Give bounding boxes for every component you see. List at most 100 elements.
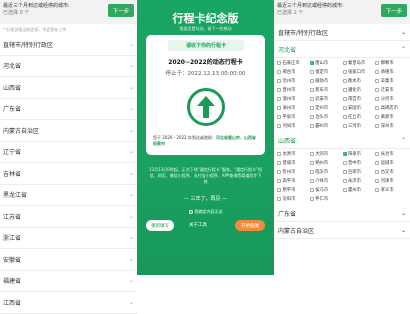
city-checkbox[interactable]: ✓ 阳泉市 [342,151,376,157]
city-checkbox[interactable]: 承德市 [375,69,408,75]
city-checkbox[interactable]: 运城市 [375,160,408,166]
city-name: 邢台市 [282,70,296,75]
city-checkbox[interactable]: 张家口市 [342,69,376,75]
city-checkbox[interactable]: 大同市 [309,151,343,157]
city-checkbox[interactable]: 高平市 [277,178,310,184]
city-checkbox[interactable]: 邯郸市 [375,60,408,66]
city-checkbox[interactable]: 侯马市 [309,187,343,193]
city-checkbox[interactable]: 孝义市 [375,187,408,193]
checkbox-icon [342,170,347,174]
province-name: 黑龙江省 [3,192,28,200]
city-checkbox[interactable]: 廊坊市 [309,78,343,84]
about-link[interactable]: 关于工具 [189,222,207,228]
province-row[interactable]: 安徽省 ⌄ [0,249,137,271]
city-checkbox[interactable]: 永济市 [342,178,376,184]
city-name: 武安市 [315,97,329,102]
city-checkbox[interactable]: 保定市 [309,69,343,75]
checkbox-icon [309,188,314,192]
city-name: 永济市 [348,179,361,184]
generate-button[interactable]: 开始截图 [235,220,265,231]
city-checkbox[interactable]: 高碑店市 [375,105,408,111]
province-row[interactable]: 辽宁省 ⌄ [0,142,137,163]
city-checkbox[interactable]: 沙河市 [375,96,408,102]
city-checkbox[interactable]: 霸州市 [309,123,343,129]
province-row-expanded[interactable]: 山西省 ⌃ [274,132,410,149]
city-checkbox[interactable]: 原平市 [277,187,310,193]
checkbox-icon [375,161,380,165]
province-row[interactable]: 内蒙古自治区 ⌄ [274,222,410,239]
city-checkbox[interactable]: 晋州市 [277,87,310,93]
city-checkbox[interactable]: 太原市 [277,151,310,157]
province-row[interactable]: 浙江省 ⌄ [0,228,137,249]
city-checkbox[interactable]: 衡水市 [342,78,376,84]
city-checkbox[interactable]: 泊头市 [309,114,343,120]
city-name: 秦皇岛市 [348,61,366,66]
city-checkbox[interactable]: 安国市 [342,105,376,111]
city-checkbox[interactable]: 新乐市 [309,87,343,93]
city-checkbox[interactable]: 辛集市 [375,78,408,84]
checkbox-icon [375,152,380,156]
province-row[interactable]: 吉林省 ⌄ [0,163,137,185]
city-name: 晋州市 [282,88,296,93]
city-checkbox[interactable]: 涿州市 [277,105,310,111]
chevron-down-icon: ⌄ [128,62,134,70]
next-button[interactable]: 下一步 [108,4,134,17]
province-row[interactable]: 直辖市/特别行政区 ⌄ [274,24,410,41]
province-row[interactable]: 山西省 ⌄ [0,77,137,99]
city-checkbox[interactable]: 霍州市 [342,187,376,193]
city-checkbox[interactable]: 长治市 [375,151,408,157]
agree-checkbox[interactable]: 我确定内容无误 [137,209,274,215]
city-checkbox[interactable]: 平泉市 [277,114,310,120]
city-checkbox[interactable]: 遵化市 [342,87,376,93]
province-row[interactable]: 江苏省 ⌄ [0,206,137,228]
province-row[interactable]: 江西省 ⌄ [0,292,137,314]
city-checkbox[interactable]: 吕梁市 [342,169,376,175]
city-checkbox[interactable]: 滦州市 [277,96,310,102]
province-row-expanded[interactable]: 河北省 ⌃ [274,41,410,58]
province-row[interactable]: 黑龙江省 ⌄ [0,185,137,206]
checkbox-icon [342,188,347,192]
city-checkbox[interactable]: 晋城市 [277,160,310,166]
province-row[interactable]: 广东省 ⌄ [274,205,410,222]
chevron-down-icon: ⌄ [128,105,134,113]
city-checkbox[interactable]: 定州市 [309,105,343,111]
city-checkbox[interactable]: 忻州市 [277,169,310,175]
checkbox-icon [342,179,347,183]
page-title: 行程卡纪念版 [172,12,239,25]
city-checkbox[interactable]: 临汾市 [309,169,343,175]
city-checkbox[interactable]: 介休市 [309,178,343,184]
city-checkbox[interactable]: 怀仁市 [309,196,343,202]
checkbox-checked-icon: ✓ [342,152,347,156]
radio-icon[interactable] [188,210,193,214]
province-row[interactable]: 福建省 ⌄ [0,271,137,292]
city-checkbox[interactable]: 沧州市 [277,78,310,84]
province-row[interactable]: 内蒙古自治区 ⌄ [0,120,137,142]
city-checkbox[interactable]: 迁安市 [375,87,408,93]
city-checkbox[interactable]: 黄骅市 [375,114,408,120]
city-checkbox[interactable]: 秦皇岛市 [342,60,376,66]
city-checkbox[interactable]: 晋中市 [342,160,376,166]
city-checkbox[interactable]: 任丘市 [342,114,376,120]
rewrite-button[interactable]: 重新填写 [146,220,174,231]
city-checkbox[interactable]: 汾阳市 [277,196,310,202]
city-checkbox[interactable]: 邢台市 [277,69,310,75]
next-button[interactable]: 下一步 [381,4,407,17]
checkbox-icon [309,115,314,119]
city-name: 高平市 [282,179,296,184]
city-checkbox[interactable]: 三河市 [342,123,376,129]
city-checkbox[interactable]: 南宫市 [342,96,376,102]
city-name: 涿州市 [282,106,296,111]
city-checkbox[interactable]: 古交市 [375,169,408,175]
city-checkbox[interactable]: 河间市 [277,123,310,129]
city-checkbox[interactable]: 深州市 [375,123,408,129]
city-checkbox[interactable]: 朔州市 [309,160,343,166]
city-checkbox[interactable]: 河津市 [375,178,408,184]
province-row[interactable]: 广东省 ⌄ [0,99,137,120]
city-checkbox[interactable]: ✓ 唐山市 [309,60,343,66]
city-name: 张家口市 [348,70,366,75]
city-name: 太原市 [282,152,296,157]
province-row[interactable]: 直辖市/特别行政区 ⌄ [0,34,137,56]
province-row[interactable]: 河北省 ⌄ [0,56,137,77]
city-checkbox[interactable]: 石家庄市 [277,60,310,66]
city-checkbox[interactable]: 武安市 [309,96,343,102]
